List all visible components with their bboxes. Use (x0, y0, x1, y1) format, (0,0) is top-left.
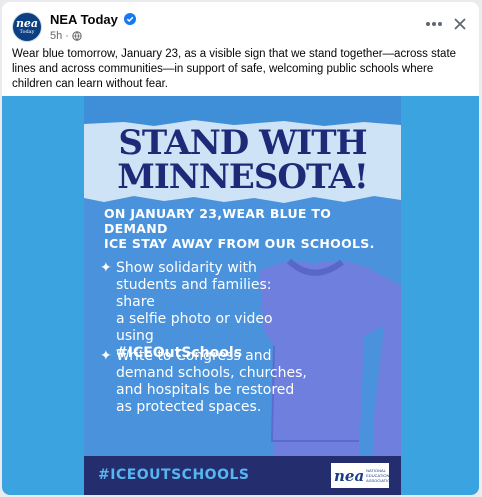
post-image[interactable]: STAND WITH MINNESOTA! ON JANUARY 23,WEAR… (2, 96, 479, 495)
page-name-link[interactable]: NEA Today (50, 12, 118, 27)
bullet-2-line-4: as protected spaces. (116, 399, 262, 415)
avatar-logo-subtext: Today (19, 29, 35, 35)
bullet-solidarity: ✦ Show solidarity with students and fami… (100, 260, 312, 362)
avatar-logo-text: nea (15, 17, 39, 30)
more-options-icon (426, 22, 430, 26)
bullet-1-line-1: Show solidarity with (116, 260, 257, 276)
bullet-congress: ✦ Write to Congress and demand schools, … (100, 348, 312, 416)
bullet-2-line-2: demand schools, churches, (116, 365, 307, 381)
sparkle-icon: ✦ (100, 260, 112, 276)
post-caption: Wear blue tomorrow, January 23, as a vis… (12, 48, 457, 90)
post-time[interactable]: 5h (50, 30, 62, 42)
more-options-icon (438, 22, 442, 26)
bullet-2-line-3: and hospitals be restored (116, 382, 295, 398)
more-options-button[interactable] (422, 14, 446, 34)
globe-icon (72, 31, 82, 41)
footer-hashtag: #ICEOUTSCHOOLS (98, 467, 250, 483)
nea-logo-word: nea (334, 466, 365, 485)
nea-logo: nea NATIONAL EDUCATION ASSOCIATION (331, 463, 394, 488)
meta-separator: · (65, 30, 69, 42)
post-card: nea Today NEA Today 5h · Wear blue tomor… (2, 2, 479, 495)
close-icon (454, 18, 466, 30)
bullet-2-line-1: Write to Congress and (116, 348, 272, 364)
poster: STAND WITH MINNESOTA! ON JANUARY 23,WEAR… (84, 96, 401, 495)
close-button[interactable] (450, 14, 470, 34)
more-options-icon (432, 22, 436, 26)
bullet-1-line-3: a selfie photo or video using (116, 311, 273, 344)
nea-logo-subtitle: NATIONAL EDUCATION ASSOCIATION (366, 468, 394, 483)
post-meta: 5h · (50, 30, 82, 42)
verified-badge-icon (124, 13, 136, 25)
page-avatar[interactable]: nea Today (12, 12, 42, 42)
poster-footer: #ICEOUTSCHOOLS nea NATIONAL EDUCATION AS… (84, 456, 401, 495)
sparkle-icon: ✦ (100, 348, 112, 364)
bullet-1-line-2: students and families: share (116, 277, 272, 310)
